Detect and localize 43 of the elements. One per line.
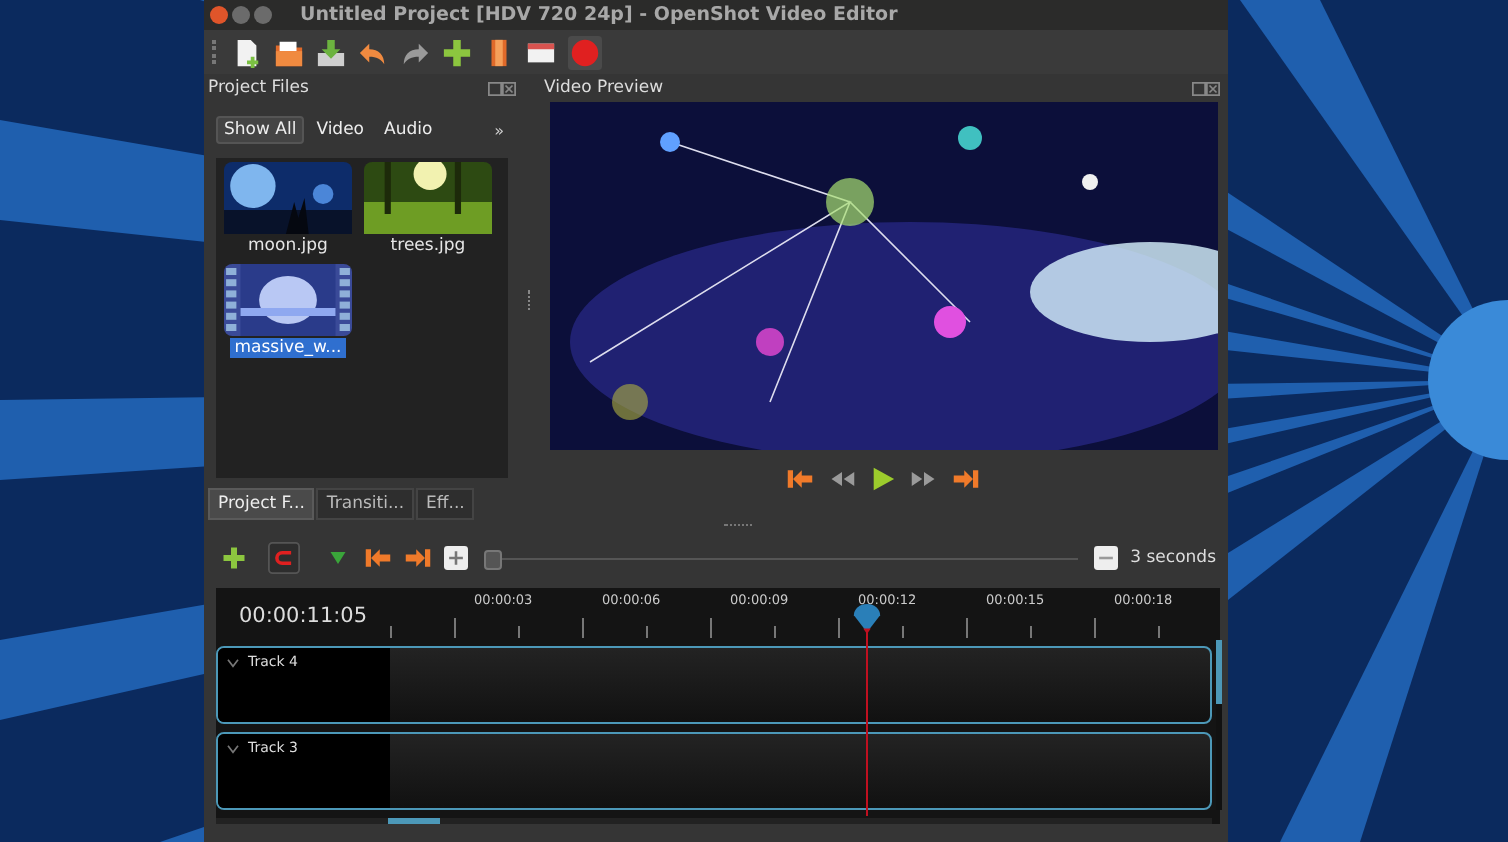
- panel-tab[interactable]: Eff...: [416, 488, 475, 520]
- folder-icon[interactable]: [274, 37, 304, 67]
- jump-start-icon[interactable]: [785, 468, 813, 490]
- scroll-thumb[interactable]: [1216, 640, 1222, 704]
- file-name[interactable]: moon.jpg: [244, 236, 332, 256]
- filter-tab[interactable]: Video: [308, 116, 373, 144]
- zoom-icon[interactable]: [1094, 546, 1119, 570]
- jump-end-icon[interactable]: [951, 468, 979, 490]
- overflow-button[interactable]: »: [494, 121, 504, 139]
- panel-tab[interactable]: Transiti...: [316, 488, 415, 520]
- record-icon[interactable]: [568, 35, 602, 69]
- zoom-label: 3 seconds: [1130, 548, 1216, 568]
- window-title: Untitled Project [HDV 720 24p] - OpenShot Video Editor: [300, 4, 898, 26]
- jump-start-icon[interactable]: [364, 546, 392, 570]
- current-time: 00:00:11:05: [236, 602, 370, 632]
- filter-tab[interactable]: Audio: [376, 116, 441, 144]
- file-name[interactable]: massive_w...: [230, 338, 346, 358]
- play-icon[interactable]: [869, 466, 895, 492]
- scroll-thumb[interactable]: [388, 818, 440, 824]
- caret-icon[interactable]: [226, 658, 240, 668]
- filter-tab[interactable]: Show All: [216, 116, 305, 144]
- playhead-icon[interactable]: [851, 604, 882, 634]
- rewind-icon[interactable]: [827, 468, 855, 490]
- magnet-icon[interactable]: [268, 542, 300, 574]
- plus-icon[interactable]: [220, 546, 248, 570]
- plus-icon[interactable]: [442, 37, 472, 67]
- new-file-icon[interactable]: [232, 37, 262, 67]
- playhead-line[interactable]: [865, 632, 868, 816]
- dock-icon[interactable]: [1192, 81, 1220, 95]
- file-name[interactable]: trees.jpg: [386, 236, 470, 256]
- maximize-button[interactable]: [254, 6, 272, 24]
- close-button[interactable]: [210, 6, 228, 24]
- slider-thumb[interactable]: [484, 549, 502, 569]
- fast-forward-icon[interactable]: [909, 468, 937, 490]
- jump-end-icon[interactable]: [404, 546, 432, 570]
- panel-title: Video Preview: [544, 78, 664, 98]
- panel-tab[interactable]: Project F...: [208, 488, 315, 520]
- dock-icon[interactable]: [488, 81, 516, 95]
- center-icon[interactable]: [444, 546, 468, 570]
- download-icon[interactable]: [316, 37, 346, 67]
- caret-icon[interactable]: [226, 744, 240, 754]
- minimize-button[interactable]: [232, 6, 250, 24]
- panel-title: Project Files: [208, 78, 309, 98]
